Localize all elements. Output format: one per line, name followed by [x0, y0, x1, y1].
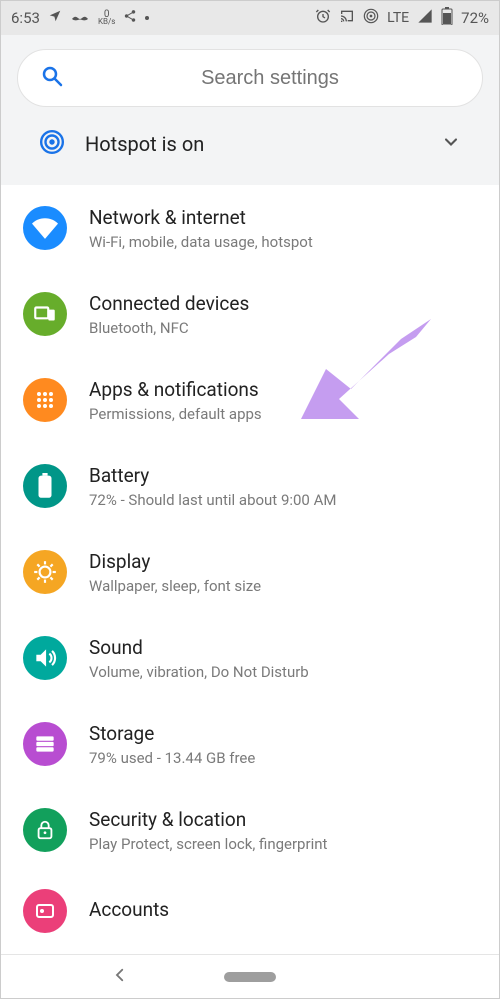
signal-icon	[417, 8, 433, 28]
hotspot-label: Hotspot is on	[85, 132, 421, 156]
display-icon	[23, 550, 67, 594]
hotspot-status-icon	[363, 8, 379, 28]
item-subtitle: Bluetooth, NFC	[89, 319, 477, 337]
battery-icon	[441, 7, 453, 29]
devices-icon	[23, 292, 67, 336]
item-title: Apps & notifications	[89, 378, 477, 401]
item-title: Security & location	[89, 808, 477, 831]
mustache-icon	[70, 9, 90, 27]
item-display[interactable]: Display Wallpaper, sleep, font size	[1, 529, 499, 615]
network-lte: LTE	[387, 10, 409, 26]
hotspot-row[interactable]: Hotspot is on	[17, 107, 483, 177]
data-speed-icon: 0 KB/s	[98, 11, 115, 25]
dot-icon	[145, 16, 149, 20]
item-network-internet[interactable]: Network & internet Wi-Fi, mobile, data u…	[1, 185, 499, 271]
search-input[interactable]	[80, 67, 460, 90]
battery-circle-icon	[23, 464, 67, 508]
back-button[interactable]	[111, 966, 129, 988]
status-bar: 6:53 0 KB/s LTE 72%	[1, 1, 499, 35]
apps-icon	[23, 378, 67, 422]
hotspot-icon	[39, 129, 65, 159]
item-battery[interactable]: Battery 72% - Should last until about 9:…	[1, 443, 499, 529]
item-title: Accounts	[89, 898, 477, 921]
item-security-location[interactable]: Security & location Play Protect, screen…	[1, 787, 499, 873]
sound-icon	[23, 636, 67, 680]
storage-icon	[23, 722, 67, 766]
item-subtitle: Wallpaper, sleep, font size	[89, 577, 477, 595]
wifi-icon	[23, 206, 67, 250]
item-subtitle: 79% used - 13.44 GB free	[89, 749, 477, 767]
item-title: Display	[89, 550, 477, 573]
item-connected-devices[interactable]: Connected devices Bluetooth, NFC	[1, 271, 499, 357]
home-pill[interactable]	[224, 972, 276, 982]
cast-icon	[339, 8, 355, 28]
item-apps-notifications[interactable]: Apps & notifications Permissions, defaul…	[1, 357, 499, 443]
item-title: Battery	[89, 464, 477, 487]
share-icon	[123, 9, 137, 27]
header-area: Hotspot is on	[1, 35, 499, 185]
item-subtitle: Play Protect, screen lock, fingerprint	[89, 835, 477, 853]
item-subtitle: 72% - Should last until about 9:00 AM	[89, 491, 477, 509]
location-icon	[48, 9, 62, 27]
item-sound[interactable]: Sound Volume, vibration, Do Not Disturb	[1, 615, 499, 701]
item-accounts[interactable]: Accounts	[1, 873, 499, 933]
item-subtitle: Volume, vibration, Do Not Disturb	[89, 663, 477, 681]
nav-bar	[1, 954, 499, 998]
item-title: Storage	[89, 722, 477, 745]
item-subtitle: Permissions, default apps	[89, 405, 477, 423]
item-title: Sound	[89, 636, 477, 659]
accounts-icon	[23, 889, 67, 933]
item-storage[interactable]: Storage 79% used - 13.44 GB free	[1, 701, 499, 787]
item-title: Connected devices	[89, 292, 477, 315]
alarm-icon	[315, 8, 331, 28]
status-time: 6:53	[11, 9, 40, 27]
search-bar[interactable]	[17, 49, 483, 107]
lock-icon	[23, 808, 67, 852]
search-icon	[40, 64, 64, 92]
settings-list: Network & internet Wi-Fi, mobile, data u…	[1, 185, 499, 933]
chevron-down-icon[interactable]	[441, 132, 461, 156]
battery-percent: 72%	[461, 9, 489, 27]
item-subtitle: Wi-Fi, mobile, data usage, hotspot	[89, 233, 477, 251]
item-title: Network & internet	[89, 206, 477, 229]
